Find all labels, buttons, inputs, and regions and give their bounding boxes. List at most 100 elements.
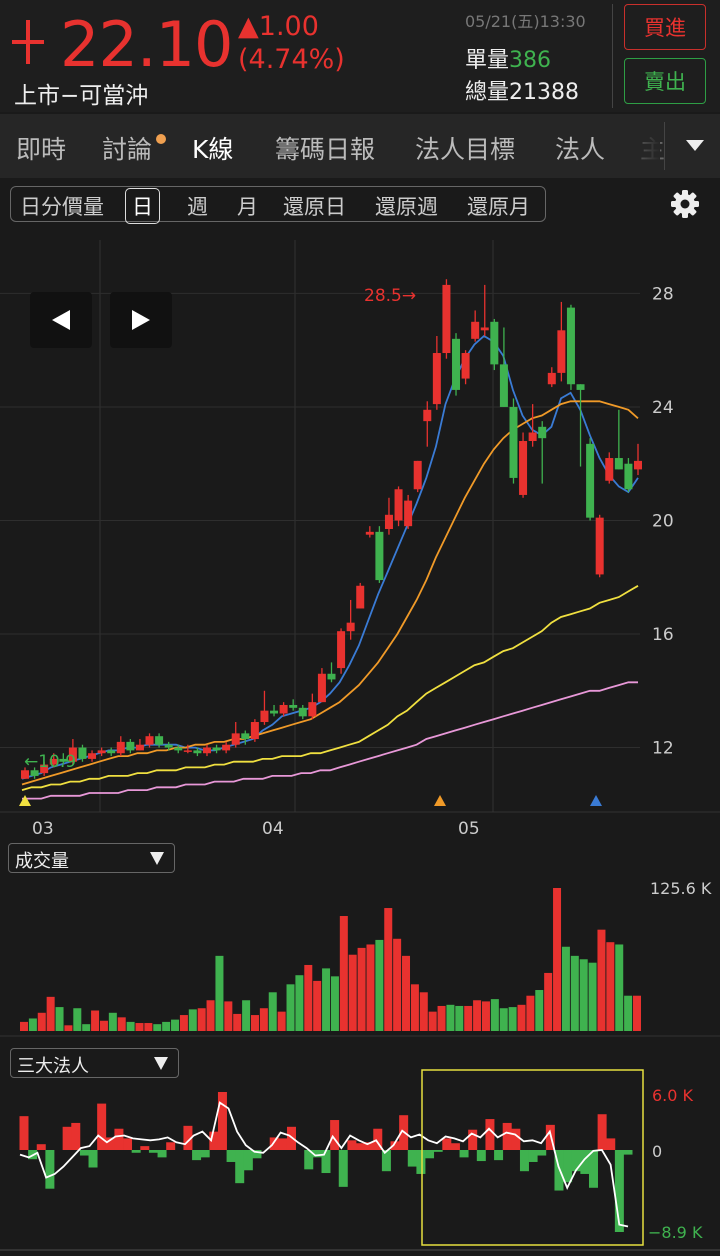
- volume-bar: [633, 995, 641, 1031]
- notification-dot: [156, 134, 166, 144]
- price-tick-label: 16: [652, 625, 674, 645]
- institutional-bar: [459, 1150, 469, 1158]
- volume-bar: [322, 968, 331, 1031]
- period-month[interactable]: 月: [237, 191, 258, 221]
- candle-body: [595, 517, 604, 575]
- gear-icon[interactable]: [670, 189, 700, 219]
- period-day[interactable]: 日: [125, 188, 160, 224]
- volume-bar: [508, 1007, 517, 1031]
- volume-bar: [561, 946, 570, 1031]
- volume-bar: [615, 944, 624, 1031]
- date-tick-label: 04: [262, 819, 284, 839]
- institutional-bar: [468, 1129, 478, 1150]
- tab-realtime[interactable]: 即時: [16, 130, 66, 166]
- institutional-bar: [381, 1150, 391, 1172]
- tab-discussion[interactable]: 討論: [102, 130, 152, 166]
- volume-bar: [28, 1018, 37, 1031]
- left-arrow-icon: [52, 310, 70, 330]
- institutional-bar: [571, 1150, 581, 1172]
- institutional-bar: [200, 1150, 210, 1158]
- institutional-bar: [243, 1150, 253, 1171]
- kline-chart[interactable]: 28 24 20 16 12 03 04 05 28.5→ ←10.9 125.6 K 6.…: [0, 228, 720, 1256]
- institutional-indicator-dropdown[interactable]: 三大法人: [10, 1048, 179, 1078]
- ma60-line: [21, 585, 639, 791]
- next-button[interactable]: [110, 292, 172, 348]
- volume-bar: [490, 999, 499, 1031]
- institutional-bar: [450, 1143, 460, 1150]
- candle-body: [605, 458, 614, 481]
- volume-bar: [135, 1023, 144, 1031]
- inst-min-label: −8.9 K: [648, 1223, 703, 1242]
- volume-bar: [215, 955, 224, 1031]
- period-intraday[interactable]: 日分價量: [20, 191, 104, 221]
- candle-body: [375, 531, 384, 581]
- candle-body: [298, 707, 307, 717]
- volume-bar: [526, 995, 535, 1031]
- tab-institutional[interactable]: 法人: [555, 130, 605, 166]
- volume-bar: [313, 980, 322, 1031]
- single-volume: 單量386: [465, 42, 551, 74]
- marker-yellow: [19, 795, 31, 806]
- candle-body: [394, 489, 403, 521]
- price-axis: 28 24 20 16 12: [652, 284, 674, 758]
- buy-button[interactable]: 買進: [624, 4, 706, 50]
- volume-bar: [446, 1004, 455, 1031]
- candle-body: [97, 750, 106, 754]
- prev-button[interactable]: [30, 292, 92, 348]
- candle-body: [183, 750, 192, 752]
- volume-bar: [206, 1000, 215, 1031]
- candle-body: [337, 631, 346, 669]
- date-tick-label: 03: [32, 819, 54, 839]
- volume-bar: [259, 1008, 268, 1031]
- volume-bar: [579, 959, 588, 1031]
- candle-body: [356, 585, 365, 609]
- tab-fade: [632, 114, 660, 178]
- institutional-bar: [433, 1150, 443, 1152]
- chevron-down-icon: [154, 1057, 168, 1070]
- institutional-bar: [519, 1150, 529, 1172]
- volume-bar: [250, 1015, 259, 1031]
- volume-bar: [553, 888, 562, 1031]
- volume-bar: [268, 992, 277, 1031]
- ma5-line: [21, 334, 639, 780]
- volume-bar: [73, 1008, 82, 1031]
- tab-more-dropdown-icon[interactable]: [686, 140, 704, 151]
- ma20-line: [21, 400, 639, 786]
- tab-target-price[interactable]: 法人目標: [415, 130, 515, 166]
- price-tick-label: 24: [652, 398, 674, 418]
- candle-body: [461, 353, 470, 379]
- inst-zero-label: 0: [652, 1142, 662, 1161]
- volume-bar: [20, 1021, 28, 1031]
- candle-body: [202, 747, 211, 754]
- candle-body: [222, 744, 231, 751]
- market-status: 上市−可當沖: [14, 83, 149, 109]
- tab-chip-daily[interactable]: 籌碼日報: [275, 130, 375, 166]
- single-volume-value: 386: [509, 48, 552, 73]
- low-annotation: ←10.9: [24, 752, 76, 772]
- volume-bar: [428, 1011, 437, 1031]
- period-adjusted-day[interactable]: 還原日: [283, 191, 346, 221]
- period-adjusted-week[interactable]: 還原週: [375, 191, 438, 221]
- volume-bar: [375, 939, 384, 1031]
- institutional-bar: [338, 1150, 348, 1187]
- volume-bar: [286, 984, 295, 1031]
- volume-bar: [233, 1013, 242, 1031]
- period-week[interactable]: 週: [187, 191, 208, 221]
- period-adjusted-month[interactable]: 還原月: [467, 191, 530, 221]
- tab-kline[interactable]: K線: [192, 130, 233, 166]
- candle-body: [557, 330, 566, 373]
- volume-bar: [402, 955, 411, 1031]
- sell-button[interactable]: 賣出: [624, 58, 706, 104]
- volume-bar: [197, 1008, 206, 1031]
- volume-indicator-dropdown[interactable]: 成交量: [8, 843, 175, 873]
- candle-body: [308, 702, 317, 717]
- candle-body: [432, 353, 441, 405]
- candle-body: [499, 364, 508, 407]
- candle-body: [289, 704, 298, 708]
- institutional-bar: [79, 1150, 89, 1156]
- institutional-bar: [235, 1150, 245, 1184]
- institutional-bar: [537, 1150, 547, 1156]
- institutional-bar: [36, 1144, 46, 1150]
- volume-indicator-label: 成交量: [15, 851, 69, 872]
- institutional-bar: [425, 1150, 435, 1159]
